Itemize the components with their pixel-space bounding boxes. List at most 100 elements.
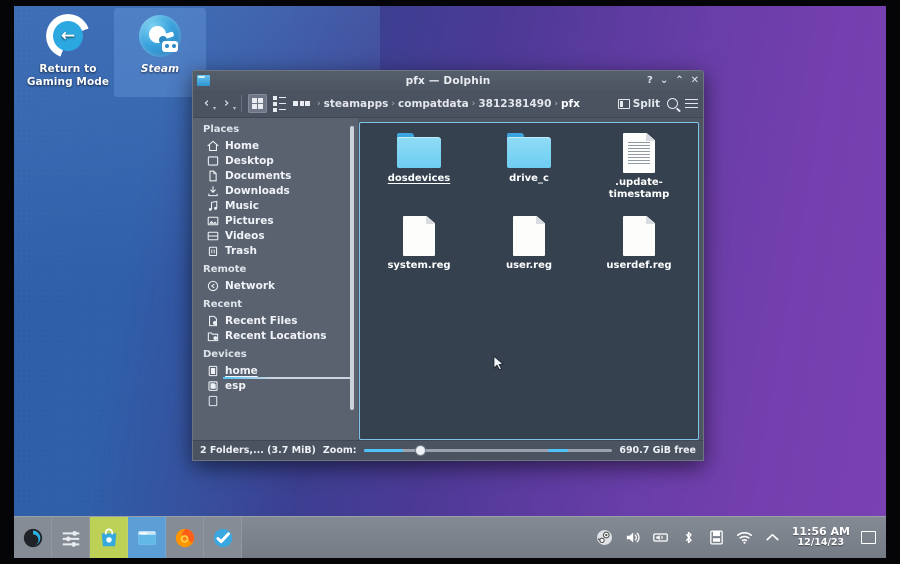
desktop[interactable]: ← Return to Gaming Mode Steam pfx — Dolp…	[14, 6, 886, 558]
grid-view-icon	[251, 97, 264, 110]
pictures-icon	[207, 216, 219, 225]
file-icon	[403, 216, 435, 256]
close-button[interactable]: ✕	[691, 75, 699, 86]
file-item-drive-c[interactable]: drive_c	[474, 131, 584, 204]
firefox-icon	[175, 528, 194, 547]
free-space-label: 690.7 GiB free	[619, 445, 696, 456]
file-manager-icon	[137, 530, 156, 545]
details-view-icon	[293, 101, 310, 106]
discover-store-icon	[101, 528, 116, 546]
volume-icon[interactable]	[624, 529, 641, 546]
file-item-dosdevices[interactable]: dosdevices	[364, 131, 474, 204]
taskbar-item-firefox[interactable]	[166, 517, 204, 558]
checkmark-circle-icon	[213, 528, 232, 547]
file-name: userdef.reg	[606, 260, 672, 271]
desktop-icon-return-to-gaming-mode[interactable]: ← Return to Gaming Mode	[22, 8, 114, 97]
help-button[interactable]: ?	[647, 75, 653, 86]
desktop-icon-label: Steam	[140, 63, 180, 75]
sidebar-item-trash[interactable]: Trash	[201, 243, 358, 258]
kde-menu-icon	[23, 528, 42, 547]
sidebar-item-downloads[interactable]: Downloads	[201, 183, 358, 198]
sidebar-item-pictures[interactable]: Pictures	[201, 213, 358, 228]
steam-tray-icon[interactable]	[596, 529, 613, 546]
videos-icon	[207, 231, 219, 240]
hamburger-menu-icon[interactable]	[685, 98, 698, 109]
breadcrumb-item-pfx[interactable]: pfx	[561, 98, 580, 110]
compact-view-icon	[273, 95, 286, 112]
breadcrumb-item-steamapps[interactable]: steamapps	[324, 98, 389, 110]
split-view-button[interactable]: Split	[617, 98, 660, 110]
sidebar-item-label: home	[225, 364, 258, 377]
sidebar-item-desktop[interactable]: Desktop	[201, 153, 358, 168]
zoom-label: Zoom:	[322, 445, 357, 456]
tray-expand-icon[interactable]	[764, 529, 781, 546]
breadcrumb-separator: ›	[391, 98, 396, 109]
clock[interactable]: 11:56 AM 12/14/23	[792, 525, 850, 550]
sidebar-scrollbar[interactable]	[350, 124, 354, 436]
search-icon[interactable]	[667, 98, 678, 109]
file-item-system-reg[interactable]: system.reg	[364, 214, 474, 275]
places-sidebar-scroll-content: Places Home Desktop Documents Downloads …	[193, 124, 358, 408]
sidebar-item-esp-device[interactable]: esp	[201, 378, 358, 393]
sidebar-item-network[interactable]: Network	[201, 278, 358, 293]
breadcrumb[interactable]: › steamapps › compatdata › 3812381490 › …	[317, 98, 580, 110]
file-item-userdef-reg[interactable]: userdef.reg	[584, 214, 694, 275]
details-view-button[interactable]	[292, 94, 311, 113]
sidebar-item-home-device[interactable]: home	[201, 363, 358, 379]
places-sidebar[interactable]: Places Home Desktop Documents Downloads …	[193, 118, 358, 440]
dolphin-window[interactable]: pfx — Dolphin ? ⌄ ⌃ ✕ ‹ ›	[192, 70, 704, 461]
breadcrumb-separator: ›	[554, 98, 559, 109]
sidebar-item-label: Music	[225, 199, 259, 212]
home-icon	[207, 140, 219, 151]
wifi-icon[interactable]	[736, 529, 753, 546]
sidebar-item-home[interactable]: Home	[201, 138, 358, 153]
sidebar-item-videos[interactable]: Videos	[201, 228, 358, 243]
sidebar-item-partial[interactable]	[201, 393, 358, 408]
maximize-button[interactable]: ⌃	[675, 75, 683, 86]
sidebar-item-label: Recent Locations	[225, 329, 327, 342]
window-titlebar[interactable]: pfx — Dolphin ? ⌄ ⌃ ✕	[193, 71, 703, 90]
audio-device-icon[interactable]	[652, 529, 669, 546]
sidebar-item-music[interactable]: Music	[201, 198, 358, 213]
file-item-user-reg[interactable]: user.reg	[474, 214, 584, 275]
file-name: user.reg	[505, 260, 553, 271]
taskbar-launchers	[14, 517, 242, 558]
taskbar-item-steam-checkmark[interactable]	[204, 517, 242, 558]
drive-icon	[208, 365, 218, 376]
compact-view-button[interactable]	[270, 94, 289, 113]
sidebar-item-recent-locations[interactable]: Recent Locations	[201, 328, 358, 343]
taskbar-item-settings[interactable]	[52, 517, 90, 558]
screen-photo: ← Return to Gaming Mode Steam pfx — Dolp…	[0, 0, 900, 564]
taskbar-item-dolphin[interactable]	[128, 517, 166, 558]
taskbar-item-discover[interactable]	[90, 517, 128, 558]
sidebar-item-label: Home	[225, 139, 260, 152]
bluetooth-icon[interactable]	[680, 529, 697, 546]
file-item-update-timestamp[interactable]: .update-timestamp	[584, 131, 694, 204]
back-button[interactable]: ‹	[198, 96, 216, 112]
sidebar-item-label: Recent Files	[225, 314, 298, 327]
sidebar-item-recent-files[interactable]: Recent Files	[201, 313, 358, 328]
breadcrumb-item-compatdata[interactable]: compatdata	[398, 98, 469, 110]
mouse-cursor	[493, 355, 504, 371]
icons-view-button[interactable]	[248, 94, 267, 113]
file-icon	[623, 216, 655, 256]
window-controls: ? ⌄ ⌃ ✕	[647, 75, 699, 86]
file-view[interactable]: dosdevices drive_c .update-timestamp sys…	[359, 122, 699, 440]
file-name: .update-timestamp	[608, 177, 670, 200]
breadcrumb-item-appid[interactable]: 3812381490	[478, 98, 551, 110]
zoom-slider-handle[interactable]	[415, 446, 425, 455]
file-name: drive_c	[509, 173, 549, 184]
sidebar-item-label: Network	[225, 279, 276, 292]
sidebar-item-documents[interactable]: Documents	[201, 168, 358, 183]
minimize-button[interactable]: ⌄	[660, 75, 668, 86]
toolbar-separator	[241, 95, 242, 112]
downloads-icon	[208, 185, 218, 196]
taskbar-item-kde-menu[interactable]	[14, 517, 52, 558]
zoom-slider[interactable]	[363, 445, 613, 457]
show-desktop-button[interactable]	[861, 531, 876, 544]
storage-icon[interactable]	[708, 529, 725, 546]
breadcrumb-separator: ›	[317, 98, 321, 109]
sidebar-section-devices: Devices	[203, 349, 247, 360]
steam-icon	[138, 14, 182, 58]
forward-button[interactable]: ›	[218, 96, 236, 112]
